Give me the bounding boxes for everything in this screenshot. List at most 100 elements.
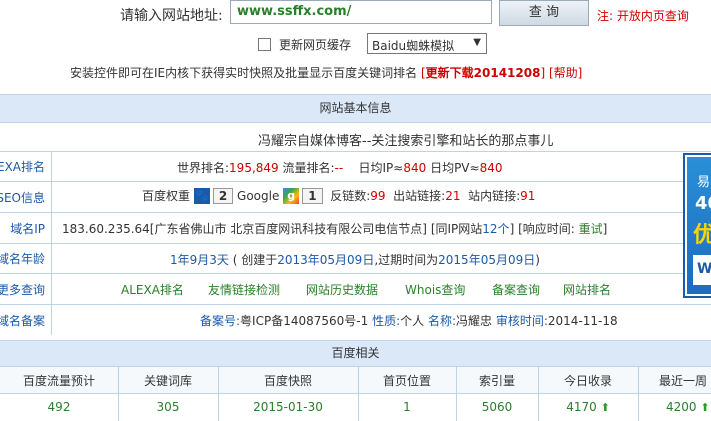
baidu-value-today[interactable]: 4170 ⬆ (538, 400, 638, 414)
refresh-cache-checkbox[interactable] (258, 38, 271, 51)
ip-row: 域名IP 183.60.235.64[广东省佛山市 北京百度网讯科技有限公司电信… (0, 212, 711, 243)
created-date: 2013年05月09日 (277, 253, 375, 267)
baidu-value[interactable]: 5060 (456, 400, 538, 414)
more-link[interactable]: 友情链接检测 (208, 281, 280, 298)
alexa-row-label: LEXA排名 (0, 152, 52, 181)
traffic-rank: -- (334, 160, 344, 175)
icp-name: 冯耀忠 (456, 314, 493, 328)
more-row: 更多查询 ALEXA排名 友情链接检测 网站历史数据 Whois查询 备案查询 … (0, 273, 711, 304)
ad-line-4: W (697, 261, 711, 277)
baidu-col-header: 索引量 (478, 374, 515, 388)
chevron-down-icon: ▼ (473, 37, 481, 48)
daily-ip-label: 日均IP≈ (358, 161, 404, 175)
same-ip-prefix: [同IP网站 (430, 222, 483, 236)
ad-banner[interactable]: 易 40 优 W (683, 153, 711, 298)
ad-line-2: 40 (695, 193, 711, 214)
install-tip-text: 安装控件即可在IE内核下获得实时快照及批量显示百度关键词排名 (70, 66, 418, 80)
paw-icon: 🐾 (193, 187, 210, 204)
world-rank-label: 世界排名: (177, 161, 230, 175)
daily-ip: 840 (403, 160, 427, 175)
world-rank: 195,849 (229, 160, 279, 175)
url-input-value: www.ssffx.com/ (237, 4, 352, 19)
traffic-rank-label: 流量排名: (282, 161, 335, 175)
age-values: 1年9月3天 ( 创建于 2013年05月09日 ,过期时间为 2015年05月09日… (170, 251, 540, 268)
domain-age: 1年9月3天 (170, 253, 229, 267)
age-text-c: ) (535, 252, 540, 267)
seo-values: 百度权重 🐾 2 Google g 1 反链数: 99 出站链接: 21 站内链接:… (142, 187, 535, 204)
baidu-header: 百度相关 (0, 340, 711, 367)
baidu-value[interactable]: 492 (0, 400, 118, 414)
age-text-a: ( 创建于 (232, 253, 278, 267)
response-label: [响应时间: (518, 222, 575, 236)
help-link[interactable]: [帮助] (549, 66, 582, 80)
url-input[interactable]: www.ssffx.com/ (230, 0, 492, 24)
ad-line-3: 优 (693, 217, 711, 249)
url-label: 请输入网站地址: (120, 8, 223, 24)
ip-address: 183.60.235.64[广东省佛山市 北京百度网讯科技有限公司电信节点] (62, 222, 427, 236)
basic-info-header: 网站基本信息 (0, 94, 711, 122)
baidu-col-header: 今日收录 (563, 374, 612, 388)
response-suffix: ] (602, 221, 608, 236)
icp-number-label: 备案号: (200, 314, 241, 328)
query-button[interactable]: 查 询 (499, 0, 589, 26)
ip-values: 183.60.235.64[广东省佛山市 北京百度网讯科技有限公司电信节点] [… (62, 220, 607, 237)
backlinks-label: 反链数: (330, 189, 371, 203)
more-link[interactable]: 备案查询 (492, 281, 540, 298)
retry-link[interactable]: 重试 (579, 220, 603, 237)
icp-values: 备案号: 粤ICP备14087560号-1 性质: 个人 名称: 冯耀忠 审核时间: 2… (200, 312, 618, 329)
google-label: Google (237, 188, 280, 203)
alexa-values: 世界排名: 195,849 流量排名: -- 日均IP≈ 840 日均PV≈ 840 (177, 159, 502, 176)
baidu-value-week[interactable]: 4200 ⬆ (638, 400, 711, 414)
google-g-icon: g (283, 187, 300, 204)
baidu-col-header: 关键词库 (143, 374, 192, 388)
baidu-value: 4200 (666, 400, 697, 414)
icp-row-label: 域名备案 (0, 305, 52, 335)
expires-date: 2015年05月09日 (438, 253, 536, 267)
icp-number: 粤ICP备14087560号-1 (240, 314, 369, 328)
icp-nature-label: 性质: (372, 314, 401, 328)
baidu-values-row: 492 305 2015-01-30 1 5060 4170 ⬆ 4200 ⬆ (0, 393, 711, 421)
inlinks-label: 站内链接: (468, 189, 521, 203)
icp-date-label: 审核时间: (495, 314, 548, 328)
spider-select[interactable]: Baidu蜘蛛模拟 ▼ (367, 33, 487, 54)
baidu-col-header: 百度快照 (263, 374, 312, 388)
more-link[interactable]: Whois查询 (405, 281, 465, 298)
arrow-up-icon: ⬆ (600, 401, 610, 414)
install-tip-close: ] (540, 66, 546, 80)
baidu-title: 百度相关 (331, 346, 380, 360)
baidu-col-header: 首页位置 (382, 374, 431, 388)
baidu-value[interactable]: 2015-01-30 (218, 400, 358, 414)
age-row: 域名年龄 1年9月3天 ( 创建于 2013年05月09日 ,过期时间为 2015年0… (0, 243, 711, 273)
refresh-cache-label: 更新网页缓存 (279, 38, 352, 52)
baidu-weight: 2 (212, 187, 234, 204)
download-link[interactable]: 更新下载20141208 (426, 66, 541, 80)
age-text-b: ,过期时间为 (374, 253, 439, 267)
icp-name-label: 名称: (427, 314, 457, 328)
backlinks[interactable]: 99 (370, 189, 385, 203)
spider-select-value: Baidu蜘蛛模拟 (372, 39, 455, 53)
same-ip-suffix: ] (509, 221, 515, 236)
daily-pv-label: 日均PV≈ (430, 161, 480, 175)
basic-info-title: 网站基本信息 (319, 101, 392, 115)
more-link[interactable]: 网站排名 (563, 281, 611, 298)
baidu-weight-label: 百度权重 (142, 189, 191, 203)
seo-row: SEO信息 百度权重 🐾 2 Google g 1 反链数: 99 出站链接: 21… (0, 181, 711, 212)
inner-page-note: 注: 开放内页查询 (597, 9, 689, 23)
baidu-value: 4170 (566, 400, 597, 414)
ad-line-1: 易 (697, 175, 711, 190)
icp-nature: 个人 (400, 314, 425, 328)
baidu-value[interactable]: 1 (358, 400, 456, 414)
baidu-value[interactable]: 305 (118, 400, 218, 414)
ip-row-label: 域名IP (0, 213, 52, 243)
icp-row: 域名备案 备案号: 粤ICP备14087560号-1 性质: 个人 名称: 冯耀忠 审… (0, 304, 711, 335)
site-title-row: 冯耀宗自媒体博客--关注搜索引擎和站长的那点事儿 (0, 122, 711, 151)
alexa-row: LEXA排名 世界排名:195,849 流量排名:-- 日均IP≈840 日均P… (0, 151, 711, 181)
same-ip-count[interactable]: 12个 (482, 220, 509, 237)
more-link[interactable]: ALEXA排名 (121, 281, 184, 298)
google-pr: 1 (302, 187, 323, 204)
more-link[interactable]: 网站历史数据 (306, 281, 378, 298)
icp-date: 2014-11-18 (547, 313, 618, 328)
outlinks[interactable]: 21 (445, 189, 460, 203)
inlinks[interactable]: 91 (520, 189, 535, 203)
baidu-col-header: 百度流量预计 (22, 374, 95, 388)
